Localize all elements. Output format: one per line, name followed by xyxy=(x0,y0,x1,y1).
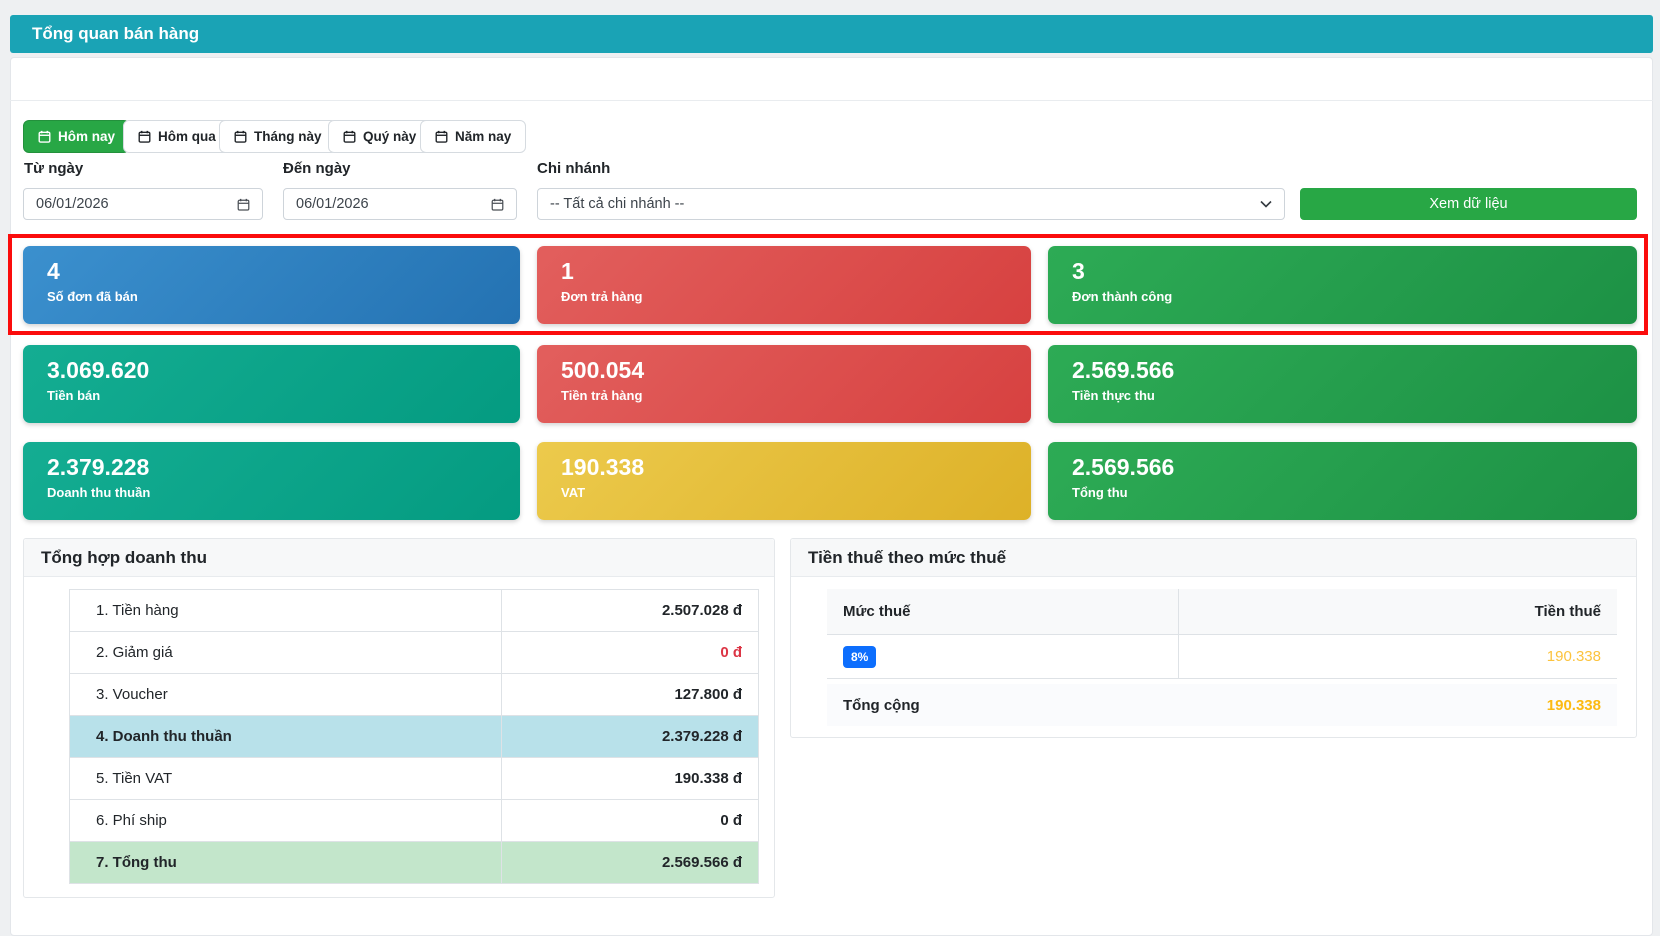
row-value: 190.338 đ xyxy=(502,758,758,799)
tax-amount-column-header: Tiền thuế xyxy=(1178,589,1617,634)
stat-card-actual-revenue: 2.569.566 Tiền thực thu xyxy=(1048,345,1637,423)
calendar-icon xyxy=(138,130,151,143)
stat-value: 3 xyxy=(1072,257,1613,286)
quick-range-this-year-button[interactable]: Năm nay xyxy=(420,120,526,153)
calendar-icon xyxy=(435,130,448,143)
stat-label: Tổng thu xyxy=(1072,485,1613,500)
row-label: 4. Doanh thu thuần xyxy=(70,716,502,757)
view-data-label: Xem dữ liệu xyxy=(1429,196,1507,212)
row-label: 1. Tiền hàng xyxy=(70,590,502,631)
branch-select[interactable]: -- Tất cả chi nhánh -- xyxy=(537,188,1285,220)
table-row-highlight-total-revenue: 7. Tổng thu 2.569.566 đ xyxy=(70,842,758,884)
stat-label: Tiền thực thu xyxy=(1072,388,1613,403)
quick-range-yesterday-button[interactable]: Hôm qua xyxy=(123,120,231,153)
stat-value: 2.569.566 xyxy=(1072,453,1613,482)
row-value: 2.507.028 đ xyxy=(502,590,758,631)
to-date-input[interactable]: 06/01/2026 xyxy=(283,188,517,220)
quick-range-label: Quý này xyxy=(363,129,416,144)
row-label: 5. Tiền VAT xyxy=(70,758,502,799)
stat-card-orders-returned: 1 Đơn trả hàng xyxy=(537,246,1031,324)
table-row-highlight-net-revenue: 4. Doanh thu thuần 2.379.228 đ xyxy=(70,716,758,758)
stat-value: 2.379.228 xyxy=(47,453,496,482)
branch-label: Chi nhánh xyxy=(537,160,610,177)
from-date-input[interactable]: 06/01/2026 xyxy=(23,188,263,220)
revenue-summary-title: Tổng hợp doanh thu xyxy=(24,539,774,577)
tax-rate-column-header: Mức thuế xyxy=(827,589,1178,634)
quick-range-today-button[interactable]: Hôm nay xyxy=(23,120,130,153)
from-date-label: Từ ngày xyxy=(24,160,83,177)
stat-label: Tiền trả hàng xyxy=(561,388,1007,403)
row-value: 127.800 đ xyxy=(502,674,758,715)
stat-label: VAT xyxy=(561,485,1007,500)
row-label: 3. Voucher xyxy=(70,674,502,715)
row-label: 6. Phí ship xyxy=(70,800,502,841)
calendar-icon xyxy=(491,198,504,211)
page-header: Tổng quan bán hàng xyxy=(10,15,1653,53)
stat-card-total-revenue: 2.569.566 Tổng thu xyxy=(1048,442,1637,520)
stat-card-refund-amount: 500.054 Tiền trả hàng xyxy=(537,345,1031,423)
stat-value: 2.569.566 xyxy=(1072,356,1613,385)
page-title: Tổng quan bán hàng xyxy=(32,24,199,44)
row-value: 2.569.566 đ xyxy=(502,842,758,883)
from-date-value: 06/01/2026 xyxy=(36,196,237,212)
stat-label: Tiền bán xyxy=(47,388,496,403)
to-date-value: 06/01/2026 xyxy=(296,196,491,212)
stat-card-vat: 190.338 VAT xyxy=(537,442,1031,520)
calendar-icon xyxy=(38,130,51,143)
table-row: 1. Tiền hàng 2.507.028 đ xyxy=(70,590,758,632)
row-value: 0 đ xyxy=(502,632,758,673)
stat-card-sales-amount: 3.069.620 Tiền bán xyxy=(23,345,520,423)
stat-card-orders-successful: 3 Đơn thành công xyxy=(1048,246,1637,324)
calendar-icon xyxy=(343,130,356,143)
tax-by-rate-title: Tiền thuế theo mức thuế xyxy=(791,539,1636,577)
to-date-label: Đến ngày xyxy=(283,160,351,177)
total-label: Tổng cộng xyxy=(827,697,1178,714)
table-row: 3. Voucher 127.800 đ xyxy=(70,674,758,716)
row-value: 0 đ xyxy=(502,800,758,841)
stat-value: 4 xyxy=(47,257,496,286)
quick-range-label: Tháng này xyxy=(254,129,322,144)
table-row: 6. Phí ship 0 đ xyxy=(70,800,758,842)
row-value: 2.379.228 đ xyxy=(502,716,758,757)
stat-card-net-revenue: 2.379.228 Doanh thu thuần xyxy=(23,442,520,520)
calendar-icon xyxy=(237,198,250,211)
table-row: 5. Tiền VAT 190.338 đ xyxy=(70,758,758,800)
stat-label: Doanh thu thuần xyxy=(47,485,496,500)
table-row: 8% 190.338 xyxy=(827,635,1617,679)
card-head-divider xyxy=(10,100,1653,101)
stat-value: 3.069.620 xyxy=(47,356,496,385)
branch-selected-value: -- Tất cả chi nhánh -- xyxy=(550,196,1260,212)
quick-range-label: Năm nay xyxy=(455,129,511,144)
tax-rate-badge: 8% xyxy=(843,646,876,668)
stat-label: Đơn trả hàng xyxy=(561,289,1007,304)
chevron-down-icon xyxy=(1260,200,1272,208)
row-label: 2. Giảm giá xyxy=(70,632,502,673)
stat-label: Số đơn đã bán xyxy=(47,289,496,304)
tax-by-rate-panel: Tiền thuế theo mức thuế Mức thuế Tiền th… xyxy=(790,538,1637,738)
stat-card-orders-sold: 4 Số đơn đã bán xyxy=(23,246,520,324)
total-value: 190.338 xyxy=(1178,697,1617,714)
row-label: 7. Tổng thu xyxy=(70,842,502,883)
table-row: 2. Giảm giá 0 đ xyxy=(70,632,758,674)
view-data-button[interactable]: Xem dữ liệu xyxy=(1300,188,1637,220)
table-total-row: Tổng cộng 190.338 xyxy=(827,684,1617,726)
quick-range-this-quarter-button[interactable]: Quý này xyxy=(328,120,431,153)
quick-range-label: Hôm qua xyxy=(158,129,216,144)
calendar-icon xyxy=(234,130,247,143)
revenue-summary-table: 1. Tiền hàng 2.507.028 đ 2. Giảm giá 0 đ… xyxy=(69,589,759,884)
quick-range-this-month-button[interactable]: Tháng này xyxy=(219,120,337,153)
stat-value: 1 xyxy=(561,257,1007,286)
tax-by-rate-table: Mức thuế Tiền thuế 8% 190.338 Tổng cộng … xyxy=(827,589,1617,726)
stat-label: Đơn thành công xyxy=(1072,289,1613,304)
tax-amount-value: 190.338 xyxy=(1547,648,1601,665)
revenue-summary-panel: Tổng hợp doanh thu 1. Tiền hàng 2.507.02… xyxy=(23,538,775,898)
stat-value: 190.338 xyxy=(561,453,1007,482)
quick-range-label: Hôm nay xyxy=(58,129,115,144)
stat-value: 500.054 xyxy=(561,356,1007,385)
table-header-row: Mức thuế Tiền thuế xyxy=(827,589,1617,635)
